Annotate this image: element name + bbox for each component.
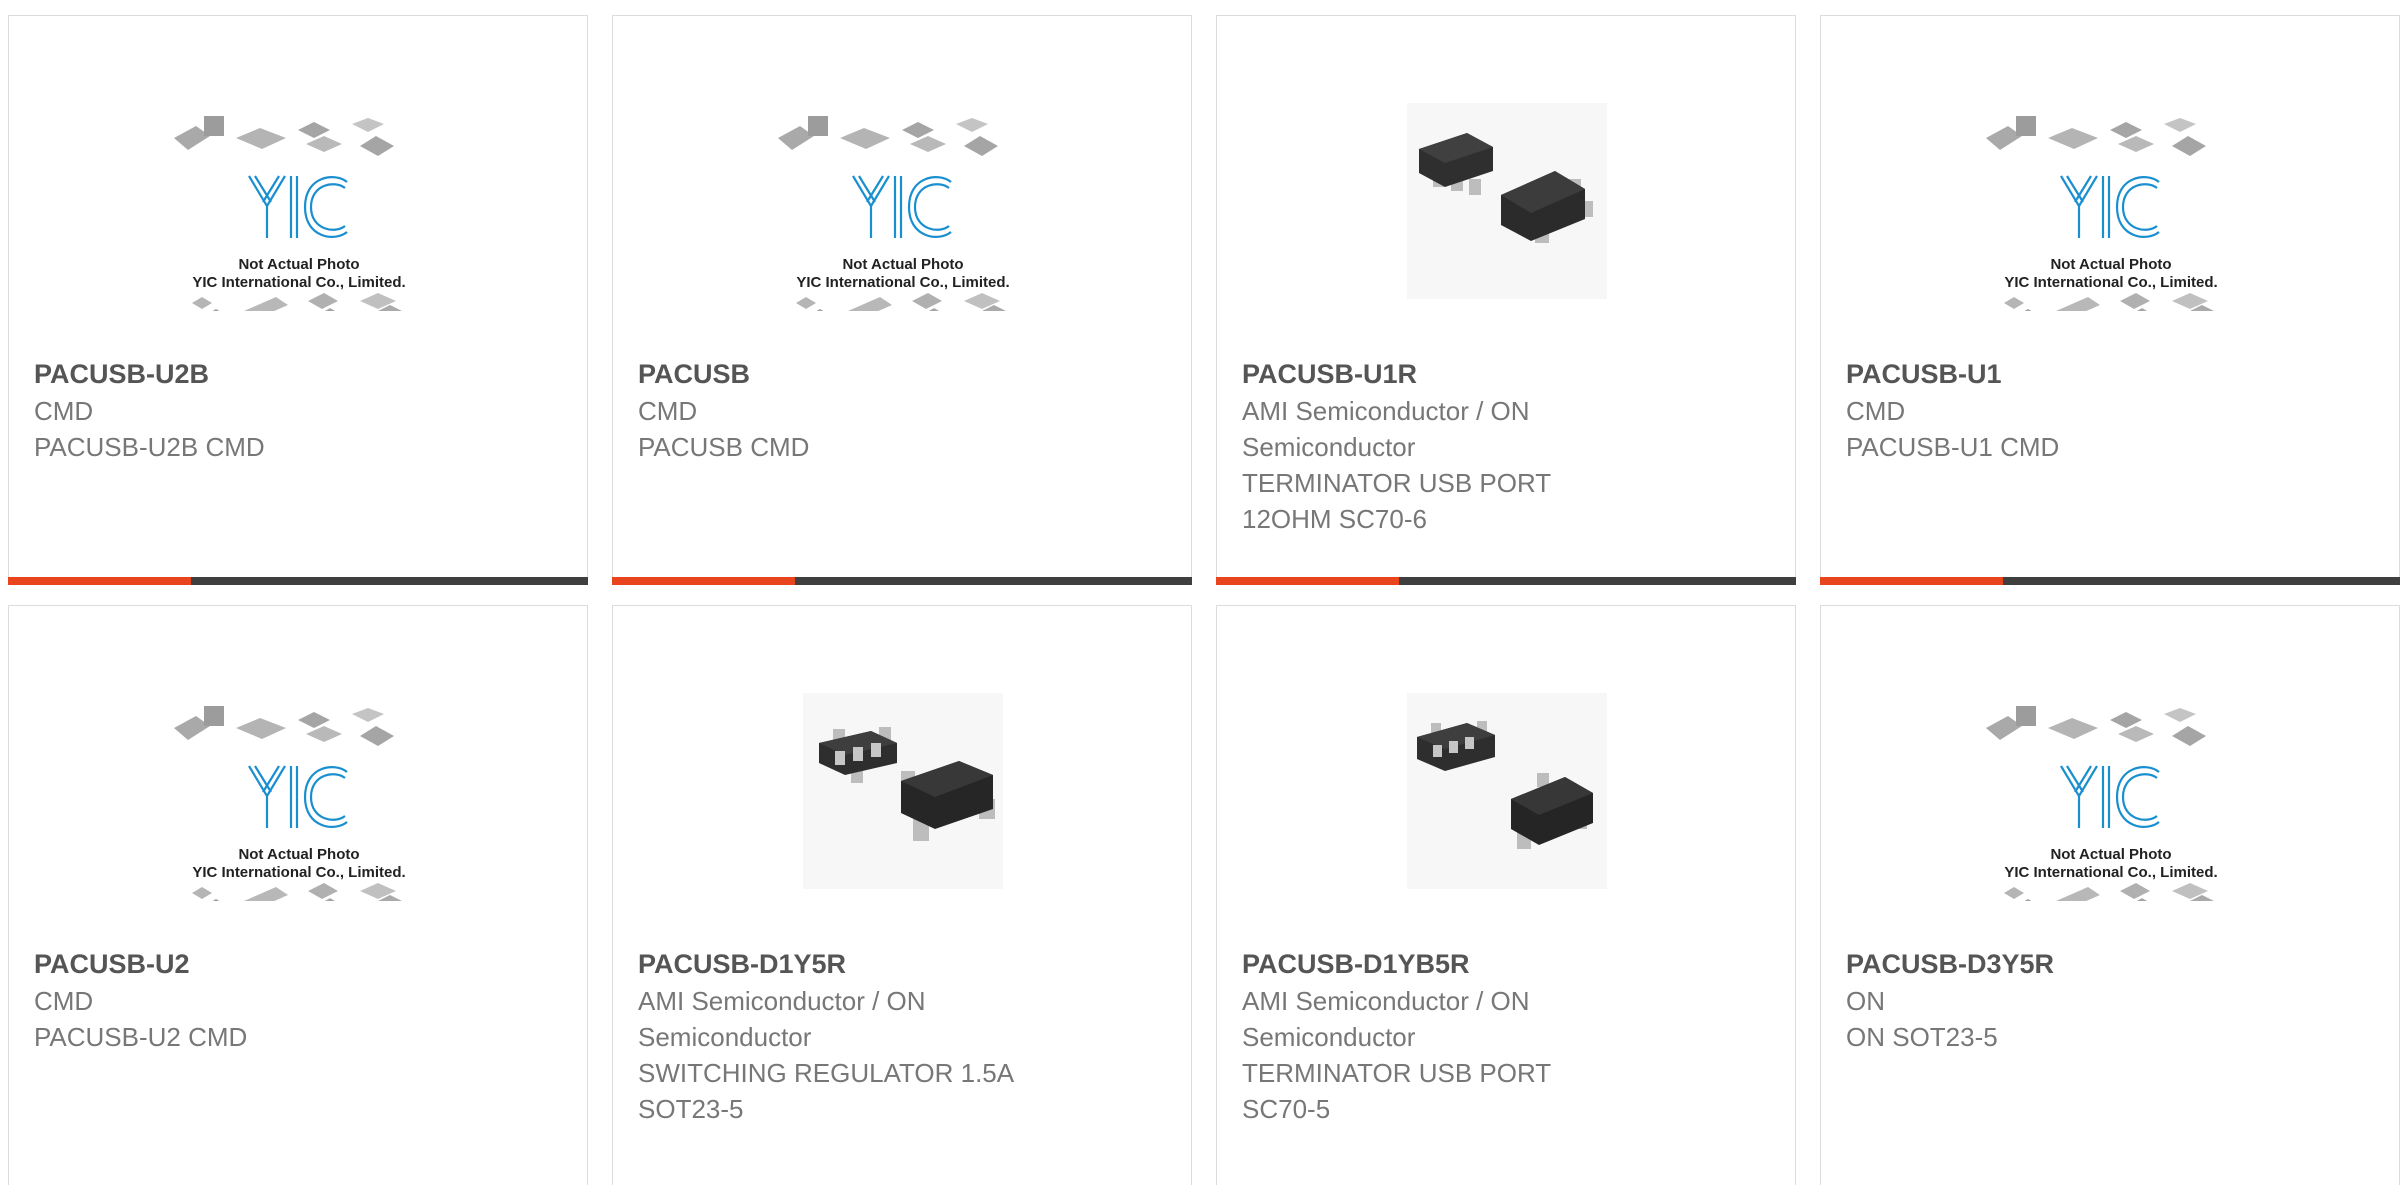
manufacturer: CMD xyxy=(34,986,94,1016)
product-card[interactable]: Not Actual Photo YIC International Co., … xyxy=(8,15,588,585)
product-card[interactable]: PACUSB-D1Y5R AMI Semiconductor / ON Semi… xyxy=(612,605,1192,1185)
placeholder-caption-1: Not Actual Photo xyxy=(238,256,359,273)
product-grid: Not Actual Photo YIC International Co., … xyxy=(0,0,2400,1185)
manufacturer: CMD xyxy=(638,396,698,426)
product-info: PACUSB-D1YB5R AMI Semiconductor / ON Sem… xyxy=(1242,946,1775,1127)
description: TERMINATOR USB PORT xyxy=(1242,468,1552,498)
card-bottom-bar xyxy=(612,577,1192,585)
placeholder-caption-1: Not Actual Photo xyxy=(2050,256,2171,273)
manufacturer: CMD xyxy=(1846,396,1906,426)
description: PACUSB-U2 CMD xyxy=(34,1022,248,1052)
product-card[interactable]: PACUSB-U1R AMI Semiconductor / ON Semico… xyxy=(1216,15,1796,585)
manufacturer: AMI Semiconductor / ON xyxy=(1242,986,1530,1016)
part-number-link[interactable]: PACUSB xyxy=(638,356,1171,393)
product-info: PACUSB-U2 CMD PACUSB-U2 CMD xyxy=(34,946,567,1055)
manufacturer: CMD xyxy=(34,396,94,426)
placeholder-caption-2: YIC International Co., Limited. xyxy=(192,864,405,881)
card-accent xyxy=(612,577,795,585)
description: SWITCHING REGULATOR 1.5A xyxy=(638,1058,1015,1088)
placeholder-caption-1: Not Actual Photo xyxy=(2050,846,2171,863)
card-bottom-bar xyxy=(8,577,588,585)
card-bottom-bar xyxy=(1216,577,1796,585)
not-actual-photo-image[interactable]: Not Actual Photo YIC International Co., … xyxy=(159,91,439,311)
product-info: PACUSB-U2B CMD PACUSB-U2B CMD xyxy=(34,356,567,465)
placeholder-caption-2: YIC International Co., Limited. xyxy=(2004,864,2217,881)
description-cont: SC70-5 xyxy=(1242,1094,1331,1124)
description-cont: 12OHM SC70-6 xyxy=(1242,504,1427,534)
description: PACUSB CMD xyxy=(638,432,810,462)
card-accent xyxy=(8,577,191,585)
description: ON SOT23-5 xyxy=(1846,1022,1998,1052)
manufacturer-cont: Semiconductor xyxy=(1242,1022,1416,1052)
not-actual-photo-image[interactable]: Not Actual Photo YIC International Co., … xyxy=(763,91,1043,311)
card-accent xyxy=(1216,577,1399,585)
manufacturer: AMI Semiconductor / ON xyxy=(1242,396,1530,426)
product-card[interactable]: Not Actual Photo YIC International Co., … xyxy=(1820,605,2400,1185)
manufacturer-cont: Semiconductor xyxy=(1242,432,1416,462)
part-number-link[interactable]: PACUSB-U2B xyxy=(34,356,567,393)
manufacturer: AMI Semiconductor / ON xyxy=(638,986,926,1016)
product-card[interactable]: Not Actual Photo YIC International Co., … xyxy=(612,15,1192,585)
manufacturer: ON xyxy=(1846,986,1885,1016)
description: TERMINATOR USB PORT xyxy=(1242,1058,1552,1088)
sc70-6-chip-photo[interactable] xyxy=(1367,91,1647,311)
product-info: PACUSB-U1R AMI Semiconductor / ON Semico… xyxy=(1242,356,1775,537)
part-number-link[interactable]: PACUSB-D3Y5R xyxy=(1846,946,2379,983)
product-card[interactable]: Not Actual Photo YIC International Co., … xyxy=(8,605,588,1185)
sot23-5-chip-photo[interactable] xyxy=(763,681,1043,901)
not-actual-photo-image[interactable]: Not Actual Photo YIC International Co., … xyxy=(1971,681,2251,901)
not-actual-photo-image[interactable]: Not Actual Photo YIC International Co., … xyxy=(1971,91,2251,311)
description-cont: SOT23-5 xyxy=(638,1094,744,1124)
manufacturer-cont: Semiconductor xyxy=(638,1022,812,1052)
product-info: PACUSB-D3Y5R ON ON SOT23-5 xyxy=(1846,946,2379,1055)
part-number-link[interactable]: PACUSB-U2 xyxy=(34,946,567,983)
card-accent xyxy=(1820,577,2003,585)
product-info: PACUSB-U1 CMD PACUSB-U1 CMD xyxy=(1846,356,2379,465)
product-card[interactable]: Not Actual Photo YIC International Co., … xyxy=(1820,15,2400,585)
card-bottom-bar xyxy=(1820,577,2400,585)
description: PACUSB-U1 CMD xyxy=(1846,432,2060,462)
not-actual-photo-image[interactable]: Not Actual Photo YIC International Co., … xyxy=(159,681,439,901)
sc70-5-chip-photo[interactable] xyxy=(1367,681,1647,901)
placeholder-caption-2: YIC International Co., Limited. xyxy=(796,274,1009,291)
part-number-link[interactable]: PACUSB-D1Y5R xyxy=(638,946,1171,983)
placeholder-caption-1: Not Actual Photo xyxy=(842,256,963,273)
placeholder-caption-1: Not Actual Photo xyxy=(238,846,359,863)
placeholder-caption-2: YIC International Co., Limited. xyxy=(192,274,405,291)
part-number-link[interactable]: PACUSB-U1 xyxy=(1846,356,2379,393)
description: PACUSB-U2B CMD xyxy=(34,432,265,462)
part-number-link[interactable]: PACUSB-D1YB5R xyxy=(1242,946,1775,983)
product-info: PACUSB CMD PACUSB CMD xyxy=(638,356,1171,465)
product-card[interactable]: PACUSB-D1YB5R AMI Semiconductor / ON Sem… xyxy=(1216,605,1796,1185)
placeholder-caption-2: YIC International Co., Limited. xyxy=(2004,274,2217,291)
product-info: PACUSB-D1Y5R AMI Semiconductor / ON Semi… xyxy=(638,946,1171,1127)
part-number-link[interactable]: PACUSB-U1R xyxy=(1242,356,1775,393)
